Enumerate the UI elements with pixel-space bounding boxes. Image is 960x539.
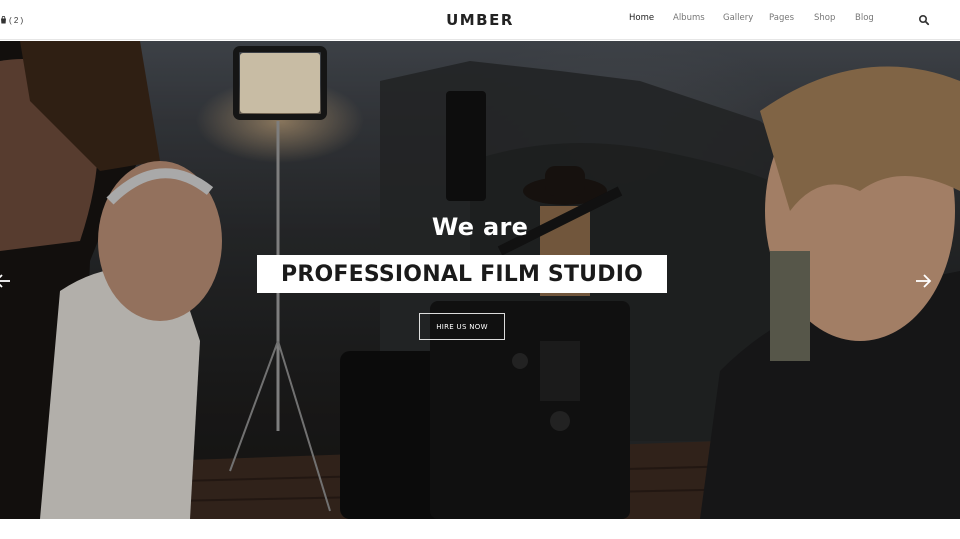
- nav-item-gallery[interactable]: Gallery: [723, 13, 753, 23]
- nav-item-home[interactable]: Home: [629, 13, 654, 23]
- search-icon: [918, 14, 930, 26]
- hire-us-button[interactable]: HIRE US NOW: [419, 313, 505, 340]
- hero-headline: PROFESSIONAL FILM STUDIO: [281, 261, 643, 287]
- main-nav: Home Albums Gallery Pages Shop Blog: [0, 13, 960, 27]
- nav-item-blog[interactable]: Blog: [855, 13, 874, 23]
- nav-item-albums[interactable]: Albums: [673, 13, 705, 23]
- search-button[interactable]: [918, 13, 930, 26]
- nav-item-pages[interactable]: Pages: [769, 13, 794, 23]
- hero-slider: We are PROFESSIONAL FILM STUDIO HIRE US …: [0, 41, 960, 519]
- hero-content: We are PROFESSIONAL FILM STUDIO HIRE US …: [0, 41, 960, 519]
- slider-next-button[interactable]: [914, 273, 932, 289]
- slider-prev-button[interactable]: [0, 273, 12, 289]
- arrow-left-icon: [0, 274, 10, 288]
- arrow-right-icon: [916, 274, 932, 288]
- hero-kicker: We are: [431, 213, 529, 241]
- hero-headline-box: PROFESSIONAL FILM STUDIO: [257, 255, 667, 293]
- nav-item-shop[interactable]: Shop: [814, 13, 835, 23]
- site-header: ( 2 ) UMBER Home Albums Gallery Pages Sh…: [0, 0, 960, 40]
